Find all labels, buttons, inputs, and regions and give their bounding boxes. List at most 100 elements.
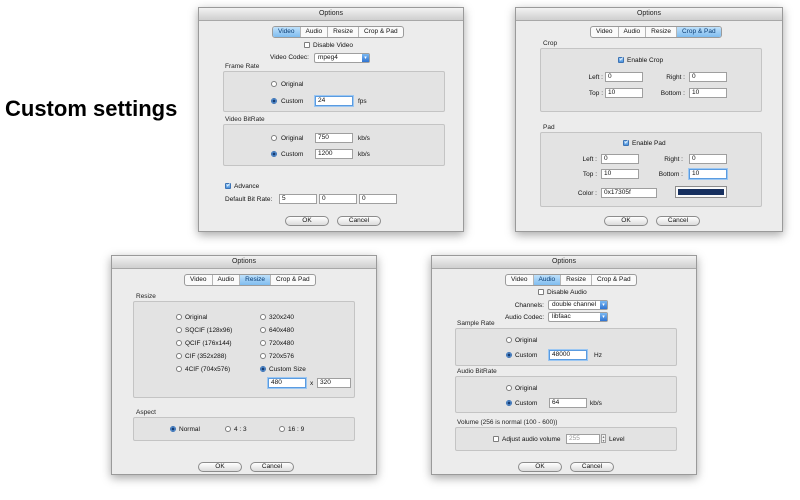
cancel-button[interactable]: Cancel <box>337 216 381 226</box>
frame-rate-original-radio[interactable] <box>271 81 277 87</box>
resize-4cif-radio[interactable] <box>176 366 182 372</box>
aspect-normal-radio[interactable] <box>170 426 176 432</box>
ok-button[interactable]: OK <box>285 216 329 226</box>
resize-custom-radio[interactable] <box>260 366 266 372</box>
audio-bitrate-original-radio[interactable] <box>506 385 512 391</box>
audio-bitrate-unit: kb/s <box>590 400 602 407</box>
resize-original-radio[interactable] <box>176 314 182 320</box>
crop-right-label: Right : <box>666 74 685 81</box>
tab-video[interactable]: Video <box>591 27 619 37</box>
tab-video[interactable]: Video <box>185 275 213 285</box>
adjust-volume-label: Adjust audio volume <box>502 436 561 443</box>
tab-resize[interactable]: Resize <box>561 275 593 285</box>
volume-input[interactable]: 255 <box>566 434 600 444</box>
cancel-button[interactable]: Cancel <box>250 462 294 472</box>
custom-size-separator: x <box>310 380 314 387</box>
default-bitrate-input-2[interactable]: 0 <box>319 194 357 204</box>
fps-input[interactable]: 24 <box>315 96 353 106</box>
tab-audio[interactable]: Audio <box>533 275 562 285</box>
tab-resize[interactable]: Resize <box>240 275 272 285</box>
window-title: Options <box>199 8 463 21</box>
enable-crop-checkbox[interactable]: ✓ <box>618 57 624 63</box>
resize-320x240-radio[interactable] <box>260 314 266 320</box>
bitrate-custom-input[interactable]: 1200 <box>315 149 353 159</box>
tab-crop-pad[interactable]: Crop & Pad <box>592 275 636 285</box>
aspect-4-3-label: 4 : 3 <box>234 426 247 433</box>
resize-720x480-radio[interactable] <box>260 340 266 346</box>
bitrate-custom-radio[interactable] <box>271 151 277 157</box>
channels-select[interactable]: double channel ▾ <box>548 300 608 310</box>
disable-video-checkbox[interactable] <box>304 42 310 48</box>
advance-label: Advance <box>234 183 260 190</box>
cancel-button[interactable]: Cancel <box>570 462 614 472</box>
enable-pad-checkbox[interactable]: ✓ <box>623 140 629 146</box>
aspect-16-9-radio[interactable] <box>279 426 285 432</box>
ok-button[interactable]: OK <box>198 462 242 472</box>
audio-bitrate-custom-label: Custom <box>515 400 538 407</box>
ok-button[interactable]: OK <box>518 462 562 472</box>
resize-cif-radio[interactable] <box>176 353 182 359</box>
ok-button[interactable]: OK <box>604 216 648 226</box>
tab-video[interactable]: Video <box>506 275 534 285</box>
volume-stepper[interactable]: ▴ ▾ <box>601 434 606 443</box>
custom-width-input[interactable]: 480 <box>268 378 306 388</box>
pad-bottom-label: Bottom : <box>658 171 683 178</box>
bitrate-original-input[interactable]: 750 <box>315 133 353 143</box>
crop-top-input[interactable]: 10 <box>605 88 643 98</box>
sample-rate-unit: Hz <box>594 352 602 359</box>
video-options-window: Options Video Audio Resize Crop & Pad Di… <box>198 7 464 232</box>
disable-audio-checkbox[interactable] <box>538 289 544 295</box>
volume-group-label: Volume (256 is normal (100 - 600)) <box>457 419 558 426</box>
default-bitrate-input-1[interactable]: 5 <box>279 194 317 204</box>
audio-bitrate-custom-radio[interactable] <box>506 400 512 406</box>
pad-color-input[interactable]: 0x17305f <box>601 188 657 198</box>
pad-color-swatch[interactable] <box>675 186 727 198</box>
pad-top-input[interactable]: 10 <box>601 169 639 179</box>
tab-bar: Video Audio Resize Crop & Pad <box>184 274 316 286</box>
frame-rate-custom-label: Custom <box>281 98 304 105</box>
tab-crop-pad[interactable]: Crop & Pad <box>359 27 403 37</box>
aspect-group-label: Aspect <box>136 409 156 416</box>
tab-resize[interactable]: Resize <box>328 27 360 37</box>
bitrate-original-unit: kb/s <box>358 135 370 142</box>
resize-cif-label: CIF (352x288) <box>185 353 227 360</box>
audio-bitrate-input[interactable]: 64 <box>549 398 587 408</box>
pad-left-input[interactable]: 0 <box>601 154 639 164</box>
video-codec-select[interactable]: mpeg4 ▾ <box>314 53 370 63</box>
sample-rate-input[interactable]: 48000 <box>549 350 587 360</box>
tab-resize[interactable]: Resize <box>646 27 678 37</box>
aspect-4-3-radio[interactable] <box>225 426 231 432</box>
tab-crop-pad[interactable]: Crop & Pad <box>677 27 721 37</box>
resize-sqcif-radio[interactable] <box>176 327 182 333</box>
adjust-volume-checkbox[interactable] <box>493 436 499 442</box>
cancel-button[interactable]: Cancel <box>656 216 700 226</box>
sample-original-radio[interactable] <box>506 337 512 343</box>
video-bitrate-group: Original 750 kb/s Custom 1200 kb/s <box>223 124 445 166</box>
video-bitrate-group-label: Video BitRate <box>225 116 265 123</box>
advance-checkbox[interactable]: ✓ <box>225 183 231 189</box>
tab-crop-pad[interactable]: Crop & Pad <box>271 275 315 285</box>
sample-rate-group: Original Custom 48000 Hz <box>455 328 677 366</box>
tab-audio[interactable]: Audio <box>301 27 329 37</box>
tab-audio[interactable]: Audio <box>213 275 241 285</box>
resize-qcif-radio[interactable] <box>176 340 182 346</box>
pad-group: ✓ Enable Pad Left : 0 Right : 0 Top : 10… <box>540 132 762 207</box>
crop-left-input[interactable]: 0 <box>605 72 643 82</box>
tab-audio[interactable]: Audio <box>619 27 647 37</box>
resize-640x480-radio[interactable] <box>260 327 266 333</box>
crop-bottom-input[interactable]: 10 <box>689 88 727 98</box>
pad-bottom-input[interactable]: 10 <box>689 169 727 179</box>
crop-top-label: Top : <box>588 90 603 97</box>
frame-rate-group-label: Frame Rate <box>225 63 260 70</box>
custom-height-input[interactable]: 320 <box>317 378 351 388</box>
audio-codec-select[interactable]: libfaac ▾ <box>548 312 608 322</box>
default-bitrate-input-3[interactable]: 0 <box>359 194 397 204</box>
bitrate-original-radio[interactable] <box>271 135 277 141</box>
tab-video[interactable]: Video <box>273 27 301 37</box>
sample-custom-radio[interactable] <box>506 352 512 358</box>
frame-rate-custom-radio[interactable] <box>271 98 277 104</box>
disable-video-label: Disable Video <box>313 42 353 49</box>
pad-right-input[interactable]: 0 <box>689 154 727 164</box>
crop-right-input[interactable]: 0 <box>689 72 727 82</box>
resize-720x576-radio[interactable] <box>260 353 266 359</box>
